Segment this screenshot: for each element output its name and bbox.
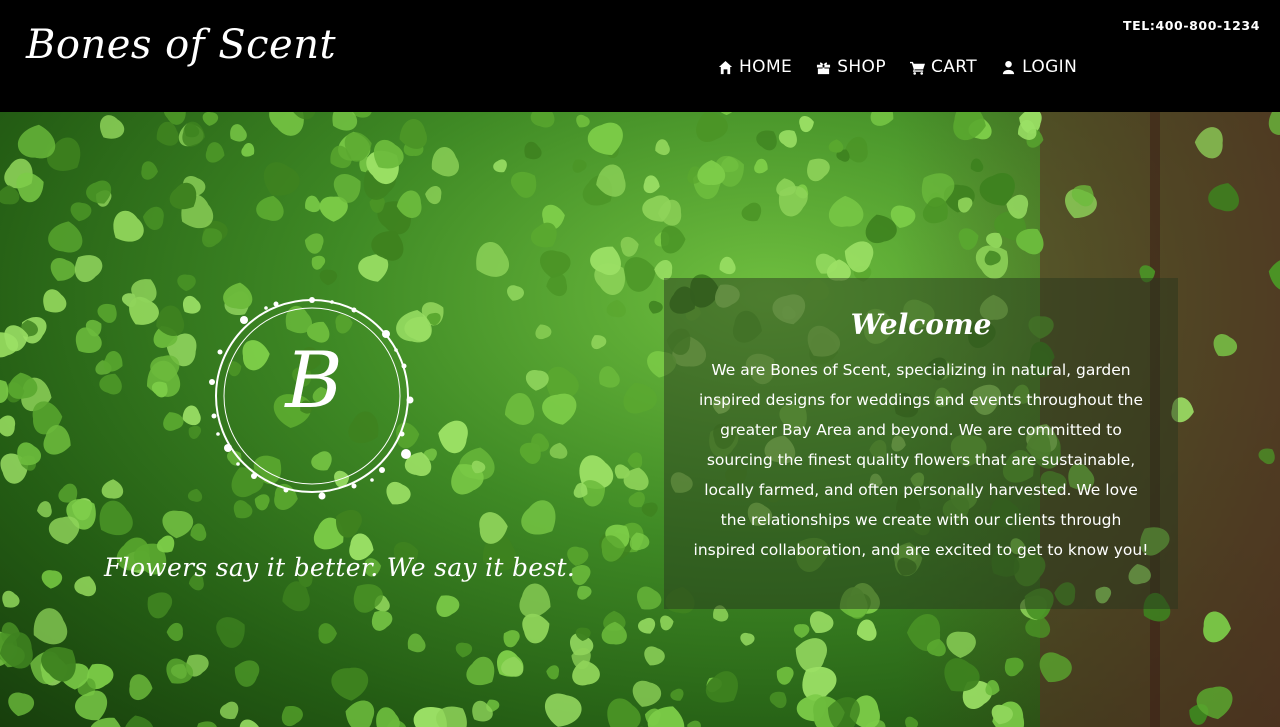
nav-home-link[interactable]: HOME	[718, 57, 792, 77]
nav-cart-label: CART	[931, 57, 978, 77]
home-icon	[718, 60, 733, 74]
nav-home-label: HOME	[739, 57, 793, 77]
main-nav: HOME SHOP CART LOGIN	[718, 57, 1077, 77]
nav-shop-link[interactable]: SHOP	[816, 57, 886, 77]
monogram-logo: B	[204, 294, 428, 504]
nav-login-label: LOGIN	[1022, 57, 1078, 77]
nav-login-link[interactable]: LOGIN	[1001, 57, 1077, 77]
nav-cart-link[interactable]: CART	[910, 57, 977, 77]
user-icon	[1002, 60, 1015, 74]
welcome-text: We are Bones of Scent, specializing in n…	[693, 361, 1149, 559]
hero-section: B Flowers say it better. We say it best.…	[0, 112, 1280, 727]
site-header: Bones of Scent TEL:400-800-1234 HOME SHO…	[0, 0, 1280, 112]
monogram-letter: B	[285, 336, 343, 426]
welcome-panel: Welcome We are Bones of Scent, specializ…	[664, 278, 1178, 609]
welcome-title: Welcome	[850, 308, 992, 341]
site-logo[interactable]: Bones of Scent	[26, 22, 336, 68]
gift-icon	[817, 62, 831, 74]
phone-number: TEL:400-800-1234	[1123, 18, 1260, 33]
nav-shop-label: SHOP	[837, 57, 886, 77]
tagline: Flowers say it better. We say it best.	[104, 553, 576, 582]
cart-icon	[910, 61, 925, 75]
